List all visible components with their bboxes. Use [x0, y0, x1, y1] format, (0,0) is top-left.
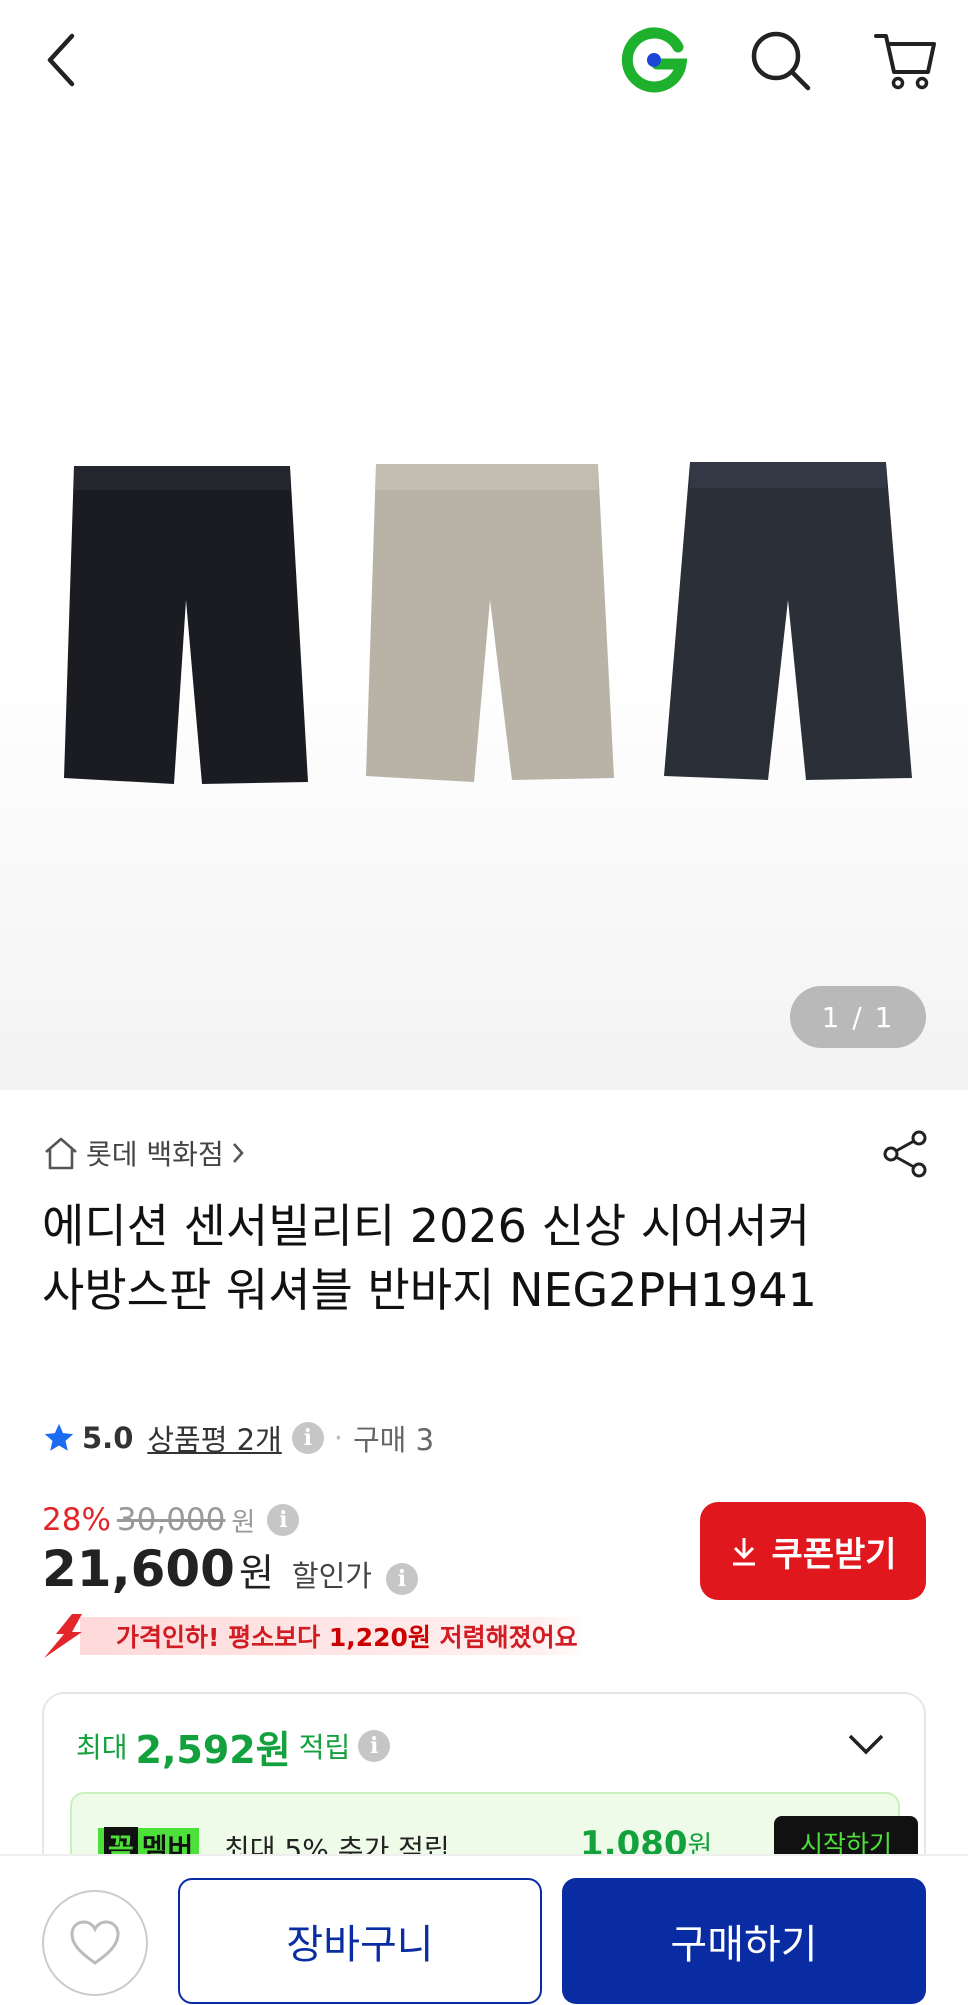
home-icon	[45, 1137, 77, 1170]
rating-score: 5.0	[82, 1421, 134, 1455]
separator-dot: ·	[333, 1421, 343, 1455]
product-image-shorts-beige	[366, 464, 614, 782]
bottom-action-bar: 장바구니 구매하기	[0, 1854, 968, 2005]
price-drop-prefix: 가격인하! 평소보다	[116, 1623, 329, 1652]
discount-rate: 28%	[42, 1502, 111, 1538]
original-price-unit: 원	[231, 1507, 256, 1538]
product-title: 에디션 센서빌리티 2026 신상 시어서커 사방스판 워셔블 반바지 NEG2…	[42, 1199, 817, 1317]
gmarket-home-button[interactable]	[616, 22, 692, 98]
info-icon[interactable]: i	[385, 1563, 418, 1595]
star-icon	[44, 1423, 74, 1451]
product-image-shorts-navy	[664, 462, 912, 780]
sale-price-unit: 원	[238, 1551, 274, 1595]
reward-summary: 최대 2,592원 적립 i	[76, 1720, 391, 1772]
sale-price: 21,600	[42, 1540, 235, 1598]
price-drop-suffix: 저렴해졌어요	[430, 1623, 578, 1652]
info-icon[interactable]: i	[291, 1422, 324, 1454]
product-image-shorts-black	[64, 466, 308, 784]
store-link[interactable]: 롯데 백화점	[42, 1130, 246, 1176]
sale-price-label: 할인가	[291, 1559, 372, 1593]
sale-price-row: 21,600 원 할인가 i	[42, 1540, 418, 1606]
coupon-download-button[interactable]: 쿠폰받기	[700, 1502, 926, 1600]
product-image-gallery[interactable]: 1 / 1	[0, 120, 968, 1090]
wishlist-button[interactable]	[42, 1890, 148, 1996]
reward-expand-button[interactable]	[846, 1732, 886, 1760]
reward-suffix: 적립	[298, 1731, 351, 1764]
review-count-link[interactable]: 상품평 2개	[147, 1417, 281, 1459]
g-logo-icon	[621, 27, 687, 93]
original-price: 30,000	[116, 1502, 226, 1538]
reward-max-label: 최대	[76, 1731, 128, 1764]
chevron-right-icon	[232, 1143, 244, 1163]
coupon-button-label: 쿠폰받기	[771, 1534, 897, 1575]
chevron-down-icon	[848, 1734, 884, 1755]
store-name: 롯데 백화점	[86, 1138, 224, 1171]
reward-amount: 2,592원	[135, 1727, 291, 1772]
search-button[interactable]	[742, 22, 818, 98]
original-price-row: 28% 30,000 원 i	[42, 1500, 300, 1540]
price-drop-notice: 가격인하! 평소보다 1,220원 저렴해졌어요	[42, 1614, 590, 1658]
search-icon	[751, 31, 811, 91]
price-drop-amount: 1,220원	[328, 1623, 431, 1652]
top-app-bar	[0, 0, 968, 120]
image-pager: 1 / 1	[790, 986, 926, 1048]
info-icon[interactable]: i	[358, 1730, 391, 1762]
back-button[interactable]	[24, 22, 100, 98]
info-icon[interactable]: i	[267, 1504, 300, 1536]
cart-icon	[874, 34, 936, 90]
chevron-left-icon	[47, 33, 75, 87]
heart-icon	[70, 1920, 120, 1965]
rating-row: 5.0 상품평 2개 i · 구매 3	[42, 1416, 434, 1460]
cart-button[interactable]	[868, 22, 944, 98]
add-to-cart-button[interactable]: 장바구니	[178, 1878, 542, 2004]
buy-now-button[interactable]: 구매하기	[562, 1878, 926, 2004]
share-button[interactable]	[878, 1126, 934, 1182]
share-icon	[883, 1130, 927, 1178]
download-icon	[733, 1538, 756, 1566]
price-down-arrow-icon	[44, 1614, 82, 1658]
purchase-count: 구매 3	[352, 1423, 435, 1457]
